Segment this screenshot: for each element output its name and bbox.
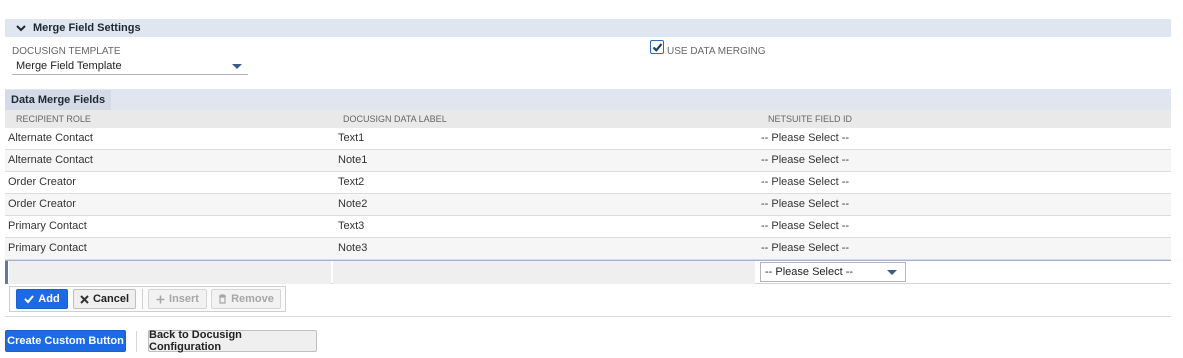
dropdown-caret-icon: [232, 64, 242, 69]
plus-icon: [156, 295, 165, 303]
cell-field-id: -- Please Select --: [761, 176, 850, 188]
cancel-button[interactable]: Cancel: [73, 289, 136, 309]
add-button-label: Add: [38, 293, 60, 305]
cell-recipient-role: Primary Contact: [8, 220, 87, 232]
back-to-docusign-configuration-button[interactable]: Back to Docusign Configuration: [148, 329, 317, 353]
check-icon: [24, 295, 35, 304]
tab-data-merge-fields[interactable]: Data Merge Fields: [5, 90, 112, 110]
table-row[interactable]: Alternate Contact Note1 -- Please Select…: [5, 150, 1171, 172]
cancel-button-label: Cancel: [92, 293, 130, 305]
cell-data-label: Text3: [338, 220, 365, 232]
col-netsuite-field-id: NETSUITE FIELD ID: [768, 114, 853, 124]
col-recipient-role: RECIPIENT ROLE: [16, 114, 91, 124]
cell-field-id: -- Please Select --: [761, 198, 850, 210]
table-row[interactable]: Alternate Contact Text1 -- Please Select…: [5, 128, 1171, 150]
edit-cell-recipient-role[interactable]: [9, 261, 331, 284]
add-button[interactable]: Add: [16, 289, 68, 309]
template-select-value: Merge Field Template: [16, 60, 122, 72]
cell-recipient-role: Order Creator: [8, 198, 76, 210]
cell-recipient-role: Order Creator: [8, 176, 76, 188]
remove-button[interactable]: Remove: [211, 289, 281, 309]
cell-data-label: Note2: [338, 198, 368, 210]
template-select[interactable]: Merge Field Template: [12, 58, 248, 75]
cell-field-id: -- Please Select --: [761, 242, 850, 254]
template-label: DOCUSIGN TEMPLATE: [12, 46, 121, 57]
insert-button-label: Insert: [169, 293, 199, 305]
chevron-down-icon: [16, 25, 26, 32]
cell-recipient-role: Primary Contact: [8, 242, 87, 254]
merge-field-settings-header[interactable]: Merge Field Settings: [5, 19, 1171, 37]
cell-data-label: Text1: [338, 132, 365, 144]
edit-cell-data-label[interactable]: [333, 261, 755, 284]
divider: [142, 289, 143, 309]
use-data-merging-checkbox[interactable]: [650, 40, 664, 54]
section-title: Merge Field Settings: [33, 22, 141, 34]
checkmark-icon: [652, 43, 663, 52]
table-row[interactable]: Order Creator Text2 -- Please Select --: [5, 172, 1171, 194]
cell-recipient-role: Alternate Contact: [8, 132, 93, 144]
netsuite-field-select-value: -- Please Select --: [765, 266, 854, 278]
table-header: RECIPIENT ROLE DOCUSIGN DATA LABEL NETSU…: [5, 110, 1171, 128]
create-custom-button[interactable]: Create Custom Button: [5, 330, 126, 352]
col-docusign-data-label: DOCUSIGN DATA LABEL: [343, 114, 447, 124]
close-icon: [80, 294, 89, 304]
insert-button[interactable]: Insert: [148, 289, 207, 309]
use-data-merging-label: USE DATA MERGING: [667, 46, 766, 57]
cell-field-id: -- Please Select --: [761, 154, 850, 166]
netsuite-field-select[interactable]: -- Please Select --: [760, 262, 906, 282]
table-row[interactable]: Primary Contact Note3 -- Please Select -…: [5, 238, 1171, 260]
cell-field-id: -- Please Select --: [761, 132, 850, 144]
divider: [136, 331, 137, 352]
trash-icon: [219, 294, 227, 304]
edit-row-marker: [5, 261, 8, 284]
cell-data-label: Note3: [338, 242, 368, 254]
cell-data-label: Text2: [338, 176, 365, 188]
cell-recipient-role: Alternate Contact: [8, 154, 93, 166]
remove-button-label: Remove: [231, 293, 274, 305]
table-row[interactable]: Order Creator Note2 -- Please Select --: [5, 194, 1171, 216]
divider: [5, 316, 1171, 317]
cell-data-label: Note1: [338, 154, 368, 166]
table-row[interactable]: Primary Contact Text3 -- Please Select -…: [5, 216, 1171, 238]
dropdown-caret-icon: [887, 270, 897, 275]
subtab-bar: [5, 89, 1171, 110]
edit-row: [5, 260, 1171, 284]
cell-field-id: -- Please Select --: [761, 220, 850, 232]
